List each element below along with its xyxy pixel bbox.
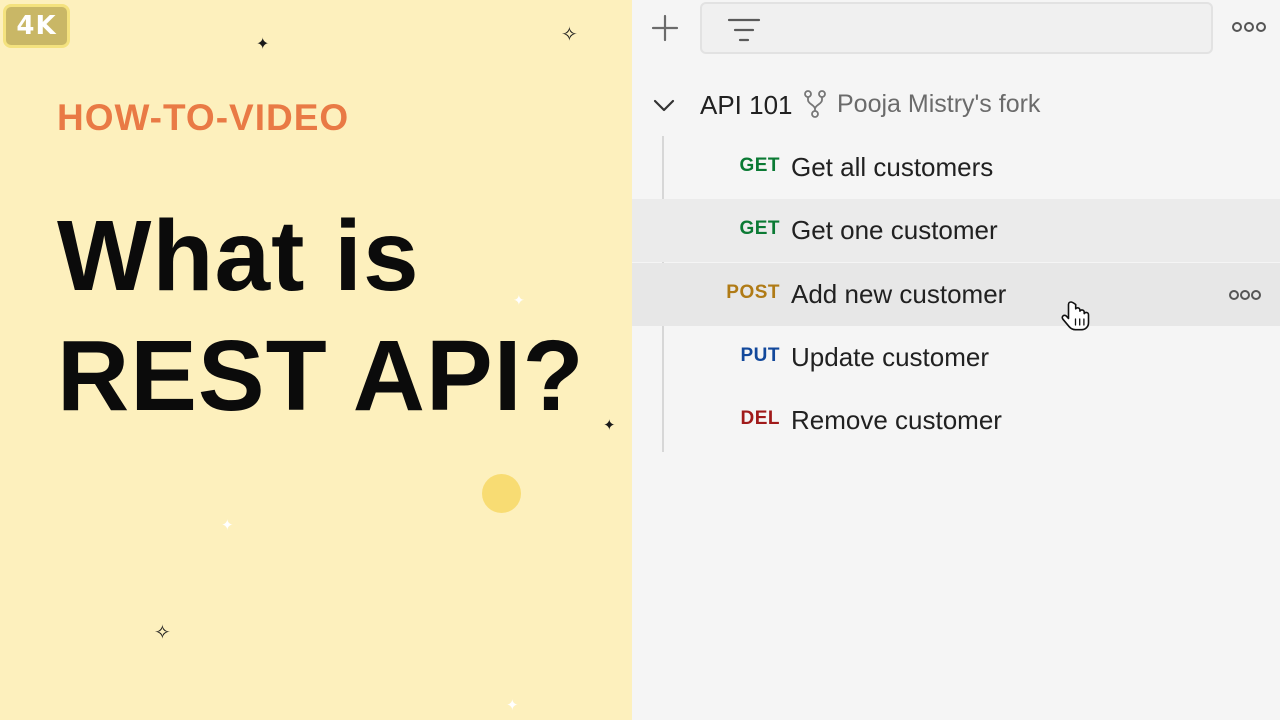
collection-item[interactable]: API 101 Pooja Mistry's fork xyxy=(632,78,1280,132)
sparkle-icon: ✦ xyxy=(603,416,616,434)
chevron-down-icon[interactable] xyxy=(650,92,678,120)
fork-label: Pooja Mistry's fork xyxy=(837,90,1041,118)
sparkle-icon: ✦ xyxy=(256,34,270,53)
method-badge: GET xyxy=(739,218,780,239)
more-options-button[interactable] xyxy=(1229,12,1269,42)
request-item[interactable]: POST Add new customer xyxy=(632,263,1280,326)
method-badge: POST xyxy=(726,282,780,303)
method-badge: PUT xyxy=(740,345,780,366)
title-line-1: What is xyxy=(57,200,420,312)
collections-sidebar: API 101 Pooja Mistry's fork GET Get all … xyxy=(632,0,1280,720)
request-name: Get one customer xyxy=(791,215,998,245)
page-title: What is REST API? xyxy=(57,196,585,436)
resolution-badge: 4K xyxy=(3,4,70,48)
request-item[interactable]: DEL Remove customer xyxy=(632,389,1280,452)
new-collection-button[interactable] xyxy=(646,8,684,48)
request-name: Add new customer xyxy=(791,279,1007,309)
collection-name: API 101 xyxy=(700,90,793,120)
filter-icon xyxy=(726,16,762,44)
request-item[interactable]: GET Get all customers xyxy=(632,136,1280,199)
sparkle-icon: ✦ xyxy=(506,696,519,714)
sparkle-icon: ✧ xyxy=(561,22,578,46)
filter-input[interactable] xyxy=(700,2,1213,54)
sparkle-icon: ✦ xyxy=(221,516,234,534)
fork-icon xyxy=(804,90,826,118)
title-line-2: REST API? xyxy=(57,320,585,432)
hand-cursor-icon xyxy=(1061,301,1090,331)
promo-panel: 4K ✦ ✧ ✦ ✦ ✦ ✧ ✦ HOW-TO-VIDEO What is RE… xyxy=(0,0,632,720)
plus-icon xyxy=(651,14,679,42)
request-item[interactable]: GET Get one customer xyxy=(632,199,1280,262)
request-item[interactable]: PUT Update customer xyxy=(632,326,1280,389)
accent-dot xyxy=(482,474,521,513)
request-name: Update customer xyxy=(791,342,989,372)
method-badge: DEL xyxy=(740,408,780,429)
more-horizontal-icon xyxy=(1232,22,1266,32)
method-badge: GET xyxy=(739,155,780,176)
more-horizontal-icon xyxy=(1229,290,1261,300)
video-kicker: HOW-TO-VIDEO xyxy=(57,97,350,138)
request-name: Remove customer xyxy=(791,405,1002,435)
request-name: Get all customers xyxy=(791,152,994,182)
sparkle-icon: ✧ xyxy=(154,620,171,644)
request-more-button[interactable] xyxy=(1228,285,1262,305)
